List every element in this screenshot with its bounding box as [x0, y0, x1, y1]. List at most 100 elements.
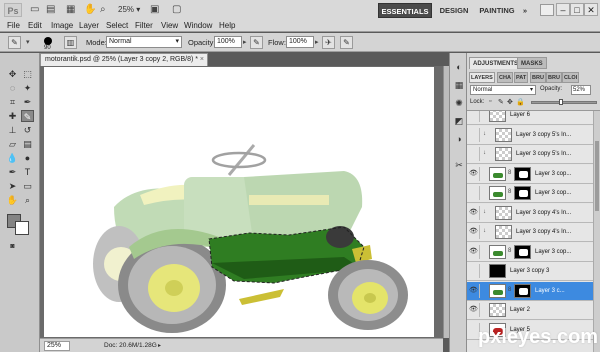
layer-row[interactable]: Layer 6	[467, 111, 593, 125]
layer-thumbnail[interactable]	[489, 186, 506, 200]
tab-brush-presets[interactable]: BRU	[546, 72, 562, 83]
gradient-tool-icon[interactable]: ▤	[21, 138, 34, 150]
masks-panel-icon[interactable]: ◑	[452, 133, 466, 146]
layer-thumbnail[interactable]	[489, 111, 506, 122]
styles-panel-icon[interactable]: ✺	[452, 97, 466, 110]
visibility-eye-icon[interactable]	[468, 147, 480, 161]
menu-image[interactable]: Image	[51, 20, 73, 31]
path-select-tool-icon[interactable]: ➤	[6, 180, 19, 192]
tool-preset-dropdown-icon[interactable]: ▾	[26, 36, 30, 50]
document-tab[interactable]: motorantik.psd @ 25% (Layer 3 copy 2, RG…	[40, 53, 208, 66]
layer-mask-thumbnail[interactable]	[514, 186, 531, 200]
cs-live-search[interactable]	[540, 4, 554, 16]
layers-scrollbar[interactable]	[593, 111, 600, 352]
color-panel-icon[interactable]: ◐	[452, 61, 466, 74]
brush-preview[interactable]	[44, 37, 52, 45]
close-document-icon[interactable]: ×	[200, 54, 204, 66]
arrange-documents-icon[interactable]: ▣	[150, 3, 159, 17]
visibility-eye-icon[interactable]	[468, 111, 480, 122]
flow-field[interactable]: 100%	[286, 36, 314, 48]
lock-transparency-icon[interactable]: ▫	[489, 98, 491, 105]
layer-row[interactable]: 👁 Layer 2	[467, 301, 593, 320]
menu-select[interactable]: Select	[106, 20, 128, 31]
tools-settings-icon[interactable]: ✂	[452, 159, 466, 172]
menu-window[interactable]: Window	[184, 20, 212, 31]
layer-thumbnail[interactable]	[495, 225, 512, 239]
menu-layer[interactable]: Layer	[79, 20, 99, 31]
mask-link-icon[interactable]: 8	[508, 287, 511, 293]
flow-slider-arrow-icon[interactable]: ▸	[315, 36, 319, 50]
move-tool-icon[interactable]: ✥	[6, 68, 19, 80]
lock-pixels-icon[interactable]: ✎	[498, 98, 504, 106]
canvas[interactable]	[44, 67, 434, 337]
marquee-tool-icon[interactable]: ⬚	[21, 68, 34, 80]
tab-clone-source[interactable]: CLOI	[562, 72, 580, 83]
quick-mask-icon[interactable]: ◙	[6, 241, 19, 253]
layer-thumbnail[interactable]	[495, 127, 512, 142]
zoom-tool-icon[interactable]: ⌕	[100, 3, 106, 17]
blur-tool-icon[interactable]: 💧	[6, 152, 19, 164]
opacity-field[interactable]: 100%	[214, 36, 242, 48]
dodge-tool-icon[interactable]: ●	[21, 152, 34, 164]
tab-channels[interactable]: CHA	[497, 72, 513, 83]
lasso-tool-icon[interactable]: ◌	[6, 82, 19, 94]
workspace-painting-button[interactable]: PAINTING	[476, 3, 518, 18]
opacity-slider-arrow-icon[interactable]: ▸	[243, 36, 247, 50]
layer-thumbnail[interactable]	[489, 303, 506, 317]
visibility-eye-icon[interactable]: 👁	[468, 244, 480, 259]
eraser-tool-icon[interactable]: ▱	[6, 138, 19, 150]
layer-row[interactable]: 👁 ↓ Layer 3 copy 4's In...	[467, 223, 593, 242]
hand-tool-icon[interactable]: ✋	[84, 3, 96, 17]
menu-view[interactable]: View	[161, 20, 178, 31]
history-brush-tool-icon[interactable]: ↺	[21, 124, 34, 136]
layer-thumbnail[interactable]	[489, 244, 506, 259]
close-window-button[interactable]: ✕	[584, 3, 598, 16]
menu-help[interactable]: Help	[219, 20, 235, 31]
blend-mode-select[interactable]: Normal ▾	[470, 85, 536, 95]
background-color-swatch[interactable]	[15, 221, 29, 235]
tab-brush[interactable]: BRU	[530, 72, 546, 83]
zoom-level-select[interactable]: 25% ▾	[118, 3, 140, 17]
lock-all-icon[interactable]: 🔒	[516, 98, 525, 106]
layer-thumbnail[interactable]	[495, 147, 512, 161]
menu-file[interactable]: File	[7, 20, 20, 31]
layer-mask-thumbnail[interactable]	[514, 283, 531, 298]
layer-row[interactable]: ↓ Layer 3 copy 5's In...	[467, 125, 593, 145]
maximize-button[interactable]: □	[570, 3, 584, 16]
visibility-eye-icon[interactable]: 👁	[468, 225, 480, 239]
shape-tool-icon[interactable]: ▭	[21, 180, 34, 192]
tab-masks[interactable]: MASKS	[517, 57, 547, 69]
tab-layers[interactable]: LAYERS	[469, 72, 495, 83]
layer-row[interactable]: Layer 3 copy 3	[467, 262, 593, 281]
menu-edit[interactable]: Edit	[28, 20, 42, 31]
visibility-eye-icon[interactable]: 👁	[468, 205, 480, 220]
layer-thumbnail[interactable]	[495, 205, 512, 220]
brush-tool-icon[interactable]: ✎	[8, 36, 21, 49]
layer-row[interactable]: 👁 ↓ Layer 3 copy 4's In...	[467, 203, 593, 223]
zoom-tool-icon[interactable]: ⌕	[21, 194, 34, 206]
minibridge-icon[interactable]: ▤	[46, 3, 55, 17]
type-tool-icon[interactable]: T	[21, 166, 34, 178]
quick-select-tool-icon[interactable]: ✦	[21, 82, 34, 94]
healing-brush-tool-icon[interactable]: ✚	[6, 110, 19, 122]
brush-panel-icon[interactable]: ▥	[64, 36, 77, 49]
screen-mode-icon[interactable]: ▢	[172, 3, 181, 17]
clone-stamp-tool-icon[interactable]: ⊥	[6, 124, 19, 136]
mask-link-icon[interactable]: 8	[508, 189, 511, 195]
visibility-eye-icon[interactable]: 👁	[468, 303, 480, 317]
mode-select[interactable]: Normal ▾	[106, 36, 182, 48]
layer-thumbnail[interactable]	[489, 283, 506, 298]
visibility-eye-icon[interactable]: 👁	[468, 166, 480, 181]
layer-thumbnail[interactable]	[489, 264, 506, 278]
tab-adjustments[interactable]: ADJUSTMENTS	[469, 57, 523, 69]
visibility-eye-icon[interactable]	[468, 127, 480, 142]
layer-thumbnail[interactable]	[489, 166, 506, 181]
pressure-opacity-icon[interactable]: ✎	[250, 36, 263, 49]
visibility-eye-icon[interactable]	[468, 264, 480, 278]
pen-tool-icon[interactable]: ✒	[6, 166, 19, 178]
mask-link-icon[interactable]: 8	[508, 170, 511, 176]
eyedropper-tool-icon[interactable]: ✒	[21, 96, 34, 108]
fill-slider[interactable]	[531, 101, 597, 104]
airbrush-icon[interactable]: ✈	[322, 36, 335, 49]
layer-row[interactable]: 👁 8 Layer 3 c...	[467, 281, 593, 301]
